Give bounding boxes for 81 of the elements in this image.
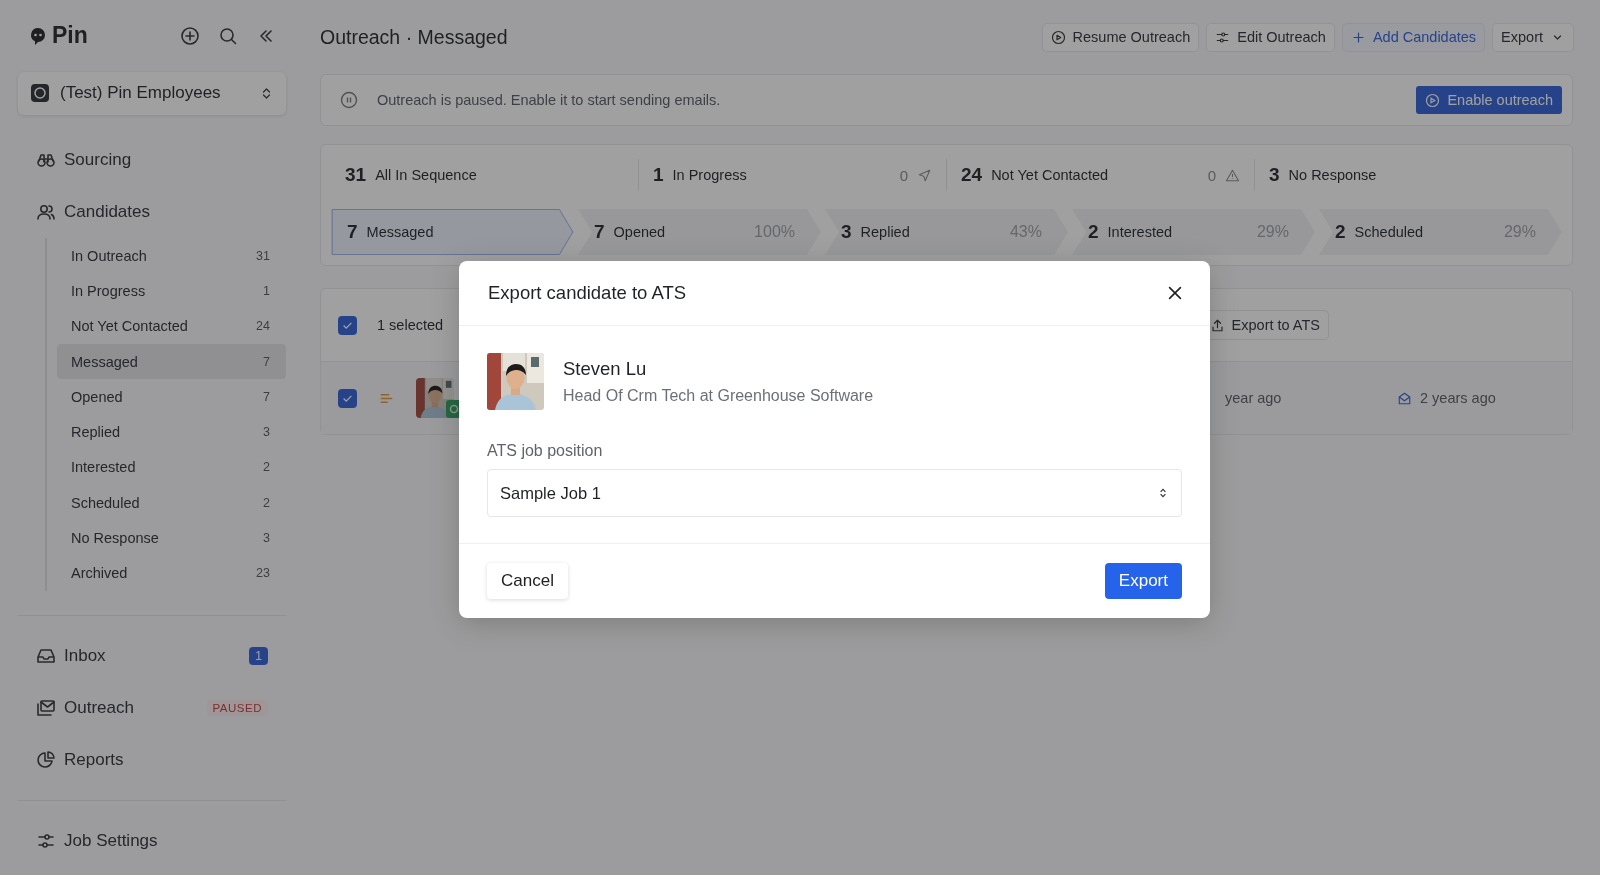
stat-count: 0 <box>1207 166 1216 184</box>
pie-chart-icon <box>36 750 56 770</box>
field-label: ATS job position <box>487 442 604 460</box>
step-label: Replied <box>860 224 911 240</box>
stat-value: 31 <box>345 164 367 186</box>
nav-subitem[interactable]: In Progress 1 <box>57 273 286 309</box>
candidate-name: Steven Lu <box>563 358 648 380</box>
stat-count: 0 <box>899 166 908 184</box>
step-value: 2 <box>1335 221 1346 243</box>
stat-label: No Response <box>1288 167 1378 183</box>
workspace-name: (Test) Pin Employees <box>60 83 222 104</box>
step-label: Opened <box>613 224 667 240</box>
stat-label: In Progress <box>672 167 748 183</box>
logo-icon <box>28 25 48 46</box>
nav-subitem[interactable]: Messaged 7 <box>57 343 286 380</box>
selection-count: 1 selected <box>377 317 445 333</box>
nav-subitem[interactable]: Interested 2 <box>57 449 286 486</box>
sliders-icon <box>1215 29 1231 45</box>
nav-item[interactable]: Inbox 1 <box>18 630 286 682</box>
stat-label: Not Yet Contacted <box>991 167 1110 183</box>
toolbar-button[interactable]: Resume Outreach <box>1042 23 1199 51</box>
nav-item[interactable]: Outreach PAUSED <box>18 682 286 734</box>
dialog-title: Export candidate to ATS <box>488 282 688 304</box>
candidate-headline: Head Of Crm Tech at Greenhouse Software <box>563 387 874 405</box>
status-tag: PAUSED <box>206 700 268 716</box>
row-checkbox[interactable] <box>338 388 357 408</box>
play-icon <box>1050 29 1066 45</box>
play-icon <box>1425 92 1441 108</box>
enable-outreach-button[interactable]: Enable outreach <box>1416 86 1562 114</box>
chevron-up-down-icon <box>1157 487 1169 499</box>
stat-value: 1 <box>653 164 664 186</box>
inbox-icon <box>36 646 56 666</box>
plus-icon <box>1350 29 1366 45</box>
step-value: 7 <box>594 221 605 243</box>
table-cell-text: year ago <box>1225 390 1283 406</box>
funnel-step[interactable]: 7 Messaged <box>331 209 574 255</box>
step-value: 3 <box>841 221 852 243</box>
close-button[interactable] <box>1166 284 1184 302</box>
mail-stack-icon <box>36 698 56 718</box>
table-cell: 2 years ago <box>1420 390 1496 406</box>
warning-icon <box>1225 167 1240 183</box>
toolbar-button[interactable]: Add Candidates <box>1342 23 1485 51</box>
settings-icon <box>36 831 56 851</box>
stat-label: All In Sequence <box>375 167 478 183</box>
stat-value: 3 <box>1269 164 1280 186</box>
nav-subitem[interactable]: Archived 23 <box>57 555 286 591</box>
step-label: Messaged <box>366 224 435 240</box>
toolbar-button[interactable]: Edit Outreach <box>1207 23 1334 51</box>
nav-item[interactable]: Reports <box>18 734 286 786</box>
nav-subitem[interactable]: Scheduled 2 <box>57 485 286 521</box>
cancel-button[interactable]: Cancel <box>487 563 568 599</box>
stat-value: 24 <box>961 164 983 186</box>
job-position-select[interactable]: Sample Job 1 <box>487 469 1182 517</box>
workspace-logo-icon <box>30 83 50 104</box>
mail-icon <box>1397 390 1412 406</box>
add-icon <box>180 25 200 46</box>
nav-subitem[interactable]: Replied 3 <box>57 414 286 450</box>
pause-icon <box>339 90 359 110</box>
send-icon <box>917 167 932 183</box>
nav-subitem[interactable]: No Response 3 <box>57 520 286 556</box>
workspace-selector[interactable]: (Test) Pin Employees <box>18 71 286 116</box>
nav-subitem[interactable]: Opened 7 <box>57 379 286 415</box>
upload-icon <box>1209 317 1225 333</box>
nav-item[interactable]: Candidates <box>18 186 286 239</box>
step-value: 7 <box>347 221 358 243</box>
count-badge: 1 <box>249 647 268 665</box>
step-value: 2 <box>1088 221 1099 243</box>
step-label: Interested <box>1107 224 1174 240</box>
nav-subitem[interactable]: In Outreach 31 <box>57 238 286 274</box>
people-icon <box>36 202 56 223</box>
app-name: Pin <box>52 22 89 50</box>
nav-item[interactable]: Job Settings <box>18 815 286 867</box>
search-icon <box>218 25 238 46</box>
nav-subitem[interactable]: Not Yet Contacted 24 <box>57 308 286 344</box>
step-label: Scheduled <box>1354 224 1425 240</box>
nav-item[interactable]: Sourcing <box>18 134 286 187</box>
toolbar-button[interactable]: Export <box>1493 23 1573 51</box>
banner-text: Outreach is paused. Enable it to start sending emails. <box>377 92 722 108</box>
export-button[interactable]: Export <box>1104 563 1182 599</box>
select-all-checkbox[interactable] <box>338 315 357 335</box>
page-title: Outreach · Messaged <box>320 25 509 49</box>
